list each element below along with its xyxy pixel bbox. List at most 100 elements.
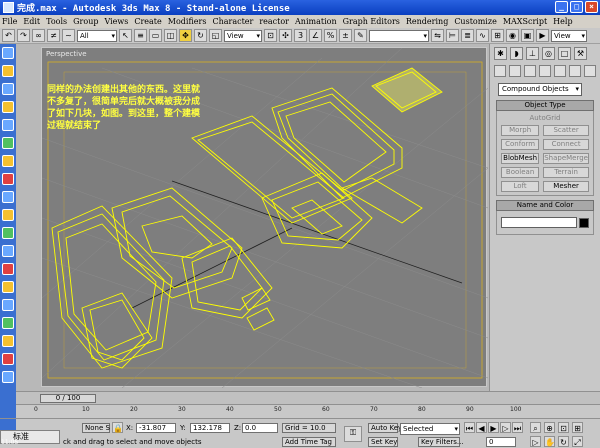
object-color-swatch[interactable] xyxy=(579,217,589,228)
terrain-button[interactable]: Terrain xyxy=(543,167,589,178)
mesher-button[interactable]: Mesher xyxy=(543,181,589,192)
zoom-extents-icon[interactable]: ⊡ xyxy=(558,422,569,433)
set-key-button[interactable]: Set Key xyxy=(368,437,398,447)
track-bar[interactable]: 0 10 20 30 40 50 60 70 80 90 100 xyxy=(16,404,600,418)
lock-selection-icon[interactable]: 🔒 xyxy=(112,422,123,433)
create-tab-icon[interactable]: ✱ xyxy=(494,47,507,60)
rect-selection-icon[interactable]: ▭ xyxy=(149,29,162,42)
loft-button[interactable]: Loft xyxy=(501,181,540,192)
helpers-icon[interactable] xyxy=(554,65,566,77)
link-icon[interactable]: ∞ xyxy=(32,29,45,42)
folder-icon-2[interactable] xyxy=(2,101,14,113)
object-category-dropdown[interactable]: Compound Objects xyxy=(498,83,582,96)
align-icon[interactable]: ⊨ xyxy=(446,29,459,42)
menu-help[interactable]: Help xyxy=(553,17,572,26)
minimize-icon[interactable]: _ xyxy=(555,1,568,13)
mirror-icon[interactable]: ⇋ xyxy=(431,29,444,42)
shapes-icon[interactable] xyxy=(509,65,521,77)
autogrid-checkbox[interactable]: AutoGrid xyxy=(501,114,589,122)
ie-icon[interactable] xyxy=(2,47,14,59)
app-icon[interactable] xyxy=(3,2,14,13)
geometry-icon[interactable] xyxy=(494,65,506,77)
named-selection-dropdown[interactable] xyxy=(369,29,429,42)
menu-character[interactable]: Character xyxy=(212,17,253,26)
boolean-button[interactable]: Boolean xyxy=(501,167,540,178)
y-coord-field[interactable]: 132.178 xyxy=(190,423,230,433)
redo-icon[interactable]: ↷ xyxy=(17,29,30,42)
key-mode-dropdown[interactable]: Selected xyxy=(400,423,460,435)
go-to-end-icon[interactable]: ⏭ xyxy=(512,422,523,433)
select-move-icon[interactable]: ✥ xyxy=(179,29,192,42)
select-rotate-icon[interactable]: ↻ xyxy=(194,29,207,42)
app-icon-5[interactable] xyxy=(2,173,14,185)
curve-editor-icon[interactable]: ∿ xyxy=(476,29,489,42)
app-icon-10[interactable] xyxy=(2,299,14,311)
pan-icon[interactable]: ✋ xyxy=(544,436,555,447)
app-icon-3[interactable] xyxy=(2,119,14,131)
x-coord-field[interactable]: -31.807 xyxy=(136,423,176,433)
edit-named-selection-icon[interactable]: ✎ xyxy=(354,29,367,42)
schematic-view-icon[interactable]: ⊞ xyxy=(491,29,504,42)
percent-snap-icon[interactable]: % xyxy=(324,29,337,42)
menu-views[interactable]: Views xyxy=(104,17,128,26)
select-scale-icon[interactable]: ◱ xyxy=(209,29,222,42)
lights-icon[interactable] xyxy=(524,65,536,77)
app-icon-6[interactable] xyxy=(2,191,14,203)
object-type-rollout-header[interactable]: Object Type xyxy=(496,100,594,111)
current-frame-field[interactable]: 0 xyxy=(486,437,516,447)
app-icon-7[interactable] xyxy=(2,227,14,239)
folder-icon[interactable] xyxy=(2,65,14,77)
select-by-name-icon[interactable]: ≡ xyxy=(134,29,147,42)
bind-space-warp-icon[interactable]: ~ xyxy=(62,29,75,42)
menu-customize[interactable]: Customize xyxy=(454,17,497,26)
folder-icon-5[interactable] xyxy=(2,281,14,293)
next-frame-icon[interactable]: ▷ xyxy=(500,422,511,433)
motion-tab-icon[interactable]: ◎ xyxy=(542,47,555,60)
ref-coord-dropdown[interactable]: View xyxy=(224,29,262,42)
menu-tools[interactable]: Tools xyxy=(46,17,67,26)
menu-animation[interactable]: Animation xyxy=(295,17,337,26)
cameras-icon[interactable] xyxy=(539,65,551,77)
folder-icon-3[interactable] xyxy=(2,155,14,167)
menu-file[interactable]: File xyxy=(2,17,17,26)
hierarchy-tab-icon[interactable]: ⊥ xyxy=(526,47,539,60)
modify-tab-icon[interactable]: ◗ xyxy=(510,47,523,60)
material-editor-icon[interactable]: ◉ xyxy=(506,29,519,42)
z-coord-field[interactable]: 0.0 xyxy=(242,423,278,433)
previous-frame-icon[interactable]: ◀ xyxy=(476,422,487,433)
arc-rotate-icon[interactable]: ↻ xyxy=(558,436,569,447)
render-scene-icon[interactable]: ▣ xyxy=(521,29,534,42)
auto-key-button[interactable]: Auto Key xyxy=(368,423,402,433)
zoom-extents-all-icon[interactable]: ⊞ xyxy=(572,422,583,433)
layer-manager-icon[interactable]: ≣ xyxy=(461,29,474,42)
menu-rendering[interactable]: Rendering xyxy=(406,17,448,26)
select-object-icon[interactable]: ↖ xyxy=(119,29,132,42)
object-name-field[interactable] xyxy=(501,217,577,228)
menu-maxscript[interactable]: MAXScript xyxy=(503,17,547,26)
fov-icon[interactable]: ▷ xyxy=(530,436,541,447)
blobmesh-button[interactable]: BlobMesh xyxy=(501,153,540,164)
menu-create[interactable]: Create xyxy=(134,17,161,26)
key-filters-button[interactable]: Key Filters... xyxy=(418,437,464,447)
time-slider[interactable]: 0 / 100 xyxy=(40,394,96,403)
quick-render-icon[interactable]: ▶ xyxy=(536,29,549,42)
utilities-tab-icon[interactable]: ⚒ xyxy=(574,47,587,60)
perspective-viewport[interactable]: Perspective 同样的办法创建出其他的东西。这里就不多复了，很简单完后就… xyxy=(41,47,488,388)
menu-group[interactable]: Group xyxy=(73,17,98,26)
app-icon-13[interactable] xyxy=(2,371,14,383)
selection-filter-dropdown[interactable]: All xyxy=(77,29,117,42)
name-color-rollout-header[interactable]: Name and Color xyxy=(496,200,594,211)
space-warps-icon[interactable] xyxy=(569,65,581,77)
menu-edit[interactable]: Edit xyxy=(23,17,40,26)
manipulate-icon[interactable]: ✣ xyxy=(279,29,292,42)
add-time-tag-button[interactable]: Add Time Tag xyxy=(282,437,336,447)
folder-icon-4[interactable] xyxy=(2,209,14,221)
angle-snap-icon[interactable]: ∠ xyxy=(309,29,322,42)
go-to-start-icon[interactable]: ⏮ xyxy=(464,422,475,433)
maximize-icon[interactable]: □ xyxy=(570,1,583,13)
display-tab-icon[interactable]: □ xyxy=(558,47,571,60)
app-icon-11[interactable] xyxy=(2,317,14,329)
undo-icon[interactable]: ↶ xyxy=(2,29,15,42)
play-icon[interactable]: ▶ xyxy=(488,422,499,433)
close-icon[interactable]: × xyxy=(585,1,598,13)
